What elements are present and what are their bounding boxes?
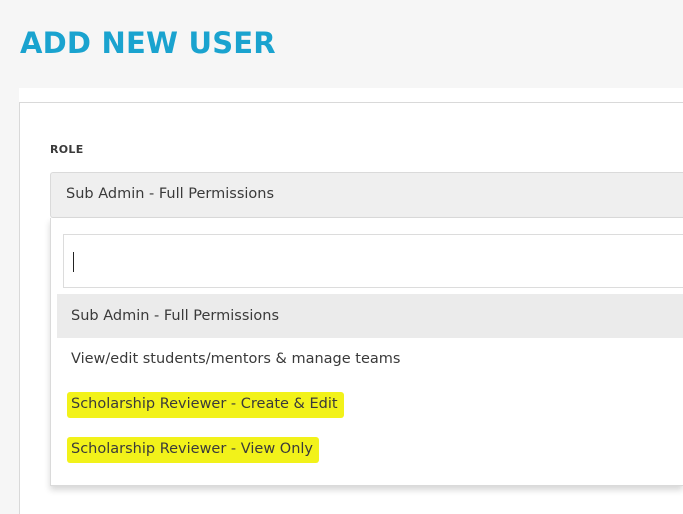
role-search-input[interactable] xyxy=(63,234,683,288)
role-selected-value: Sub Admin - Full Permissions xyxy=(66,186,275,202)
text-cursor xyxy=(73,252,74,272)
role-option-reviewer-create-edit[interactable]: Scholarship Reviewer - Create & Edit xyxy=(57,382,683,426)
page-title: ADD NEW USER xyxy=(20,26,276,60)
role-option-reviewer-view-only[interactable]: Scholarship Reviewer - View Only xyxy=(57,427,683,471)
role-option-label: View/edit students/mentors & manage team… xyxy=(71,351,401,367)
role-option-label-highlighted: Scholarship Reviewer - View Only xyxy=(67,437,319,463)
role-dropdown-menu: Sub Admin - Full Permissions View/edit s… xyxy=(50,218,683,486)
role-field-label: ROLE xyxy=(50,143,84,156)
role-option-label: Sub Admin - Full Permissions xyxy=(71,308,280,324)
role-option-view-edit[interactable]: View/edit students/mentors & manage team… xyxy=(57,337,683,381)
role-option-sub-admin[interactable]: Sub Admin - Full Permissions xyxy=(57,294,683,338)
left-gutter xyxy=(0,88,19,514)
role-select[interactable]: Sub Admin - Full Permissions xyxy=(50,172,683,218)
role-option-label-highlighted: Scholarship Reviewer - Create & Edit xyxy=(67,392,344,418)
